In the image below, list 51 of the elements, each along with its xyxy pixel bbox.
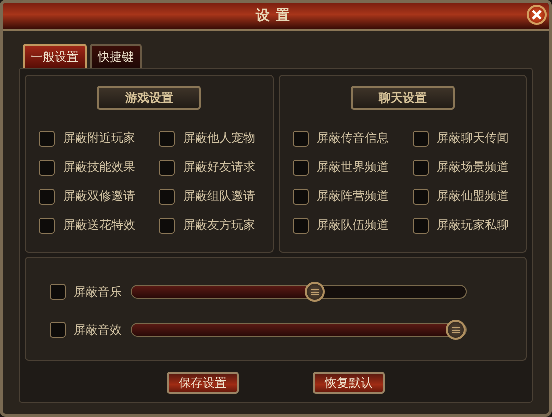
option-label: 屏蔽音效 (74, 322, 122, 338)
option-label: 屏蔽仙盟频道 (436, 188, 509, 205)
checkbox[interactable] (292, 160, 309, 176)
tab[interactable]: 一般设置 (23, 44, 87, 68)
checkbox[interactable] (159, 160, 176, 176)
checkbox[interactable] (50, 284, 66, 300)
checkbox[interactable] (292, 130, 309, 146)
option-label: 屏蔽玩家私聊 (436, 217, 509, 234)
checkbox[interactable] (39, 188, 56, 204)
option-label: 屏蔽组队邀请 (183, 188, 256, 205)
window-title: 设置 (256, 7, 296, 25)
option-label: 屏蔽送花特效 (63, 217, 136, 234)
option-label: 屏蔽附近玩家 (63, 130, 136, 147)
option-label: 屏蔽阵营频道 (316, 188, 389, 205)
option-label: 屏蔽传音信息 (316, 130, 389, 147)
checkbox[interactable] (39, 160, 56, 176)
option-label: 屏蔽世界频道 (316, 159, 389, 176)
close-button[interactable] (527, 5, 547, 25)
checkbox[interactable] (412, 160, 429, 176)
slider-thumb[interactable] (446, 320, 466, 340)
checkbox[interactable] (39, 130, 56, 146)
volume-slider[interactable] (131, 285, 467, 299)
slider-thumb[interactable] (304, 282, 325, 302)
action-button[interactable]: 保存设置 (167, 372, 239, 394)
checkbox[interactable] (159, 218, 176, 234)
checkbox[interactable] (412, 218, 429, 234)
group-title: 聊天设置 (350, 86, 455, 110)
action-button[interactable]: 恢复默认 (313, 372, 385, 394)
tab[interactable]: 快捷键 (90, 44, 142, 68)
close-icon (532, 10, 542, 20)
option-label: 屏蔽技能效果 (63, 159, 136, 176)
checkbox[interactable] (50, 322, 66, 338)
grip-icon (452, 326, 460, 334)
checkbox[interactable] (412, 188, 429, 204)
checkbox[interactable] (412, 130, 429, 146)
option-label: 屏蔽聊天传闻 (436, 130, 509, 147)
group-title: 游戏设置 (97, 86, 202, 110)
checkbox[interactable] (292, 188, 309, 204)
checkbox[interactable] (159, 188, 176, 204)
option-label: 屏蔽好友请求 (183, 159, 256, 176)
option-label: 屏蔽双修邀请 (63, 188, 136, 205)
option-label: 屏蔽友方玩家 (183, 217, 256, 234)
volume-slider[interactable] (131, 323, 467, 337)
option-label: 屏蔽音乐 (74, 284, 122, 300)
checkbox[interactable] (292, 218, 309, 234)
checkbox[interactable] (159, 130, 176, 146)
option-label: 屏蔽队伍频道 (316, 217, 389, 234)
grip-icon (310, 288, 319, 296)
option-label: 屏蔽场景频道 (436, 159, 509, 176)
option-label: 屏蔽他人宠物 (183, 130, 256, 147)
checkbox[interactable] (39, 218, 56, 234)
